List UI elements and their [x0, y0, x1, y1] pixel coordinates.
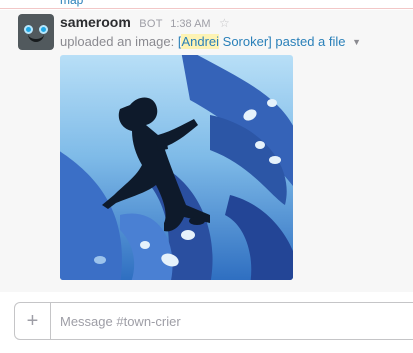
previous-message-link[interactable]: map [60, 0, 83, 7]
sender-name[interactable]: sameroom [60, 14, 131, 30]
image-preview-art [60, 55, 293, 280]
image-preview[interactable] [60, 55, 293, 280]
message-timestamp[interactable]: 1:38 AM [170, 18, 210, 30]
star-icon[interactable]: ☆ [219, 16, 230, 30]
upload-action-text: uploaded an image: [60, 34, 175, 49]
file-title-highlighted-name: Andrei [181, 34, 220, 49]
message-item: sameroom BOT 1:38 AM ☆ uploaded an image… [0, 10, 413, 292]
message-header: sameroom BOT 1:38 AM ☆ [60, 14, 230, 30]
plus-icon[interactable]: + [15, 303, 51, 339]
bot-badge: BOT [139, 18, 163, 30]
avatar-left-eye [24, 25, 33, 34]
message-composer: + [14, 302, 413, 340]
bot-avatar[interactable] [18, 14, 54, 50]
previous-message-snippet: map [60, 0, 83, 6]
file-title-rest: Soroker] pasted a file [219, 34, 346, 49]
message-body: uploaded an image: [Andrei Soroker] past… [60, 34, 361, 49]
new-messages-divider [0, 8, 413, 9]
chevron-down-icon[interactable]: ▼ [352, 37, 361, 47]
message-input[interactable] [60, 303, 400, 339]
file-title-link[interactable]: [Andrei Soroker] pasted a file [178, 34, 346, 49]
avatar-right-eye [39, 25, 48, 34]
avatar-mouth [28, 34, 44, 42]
